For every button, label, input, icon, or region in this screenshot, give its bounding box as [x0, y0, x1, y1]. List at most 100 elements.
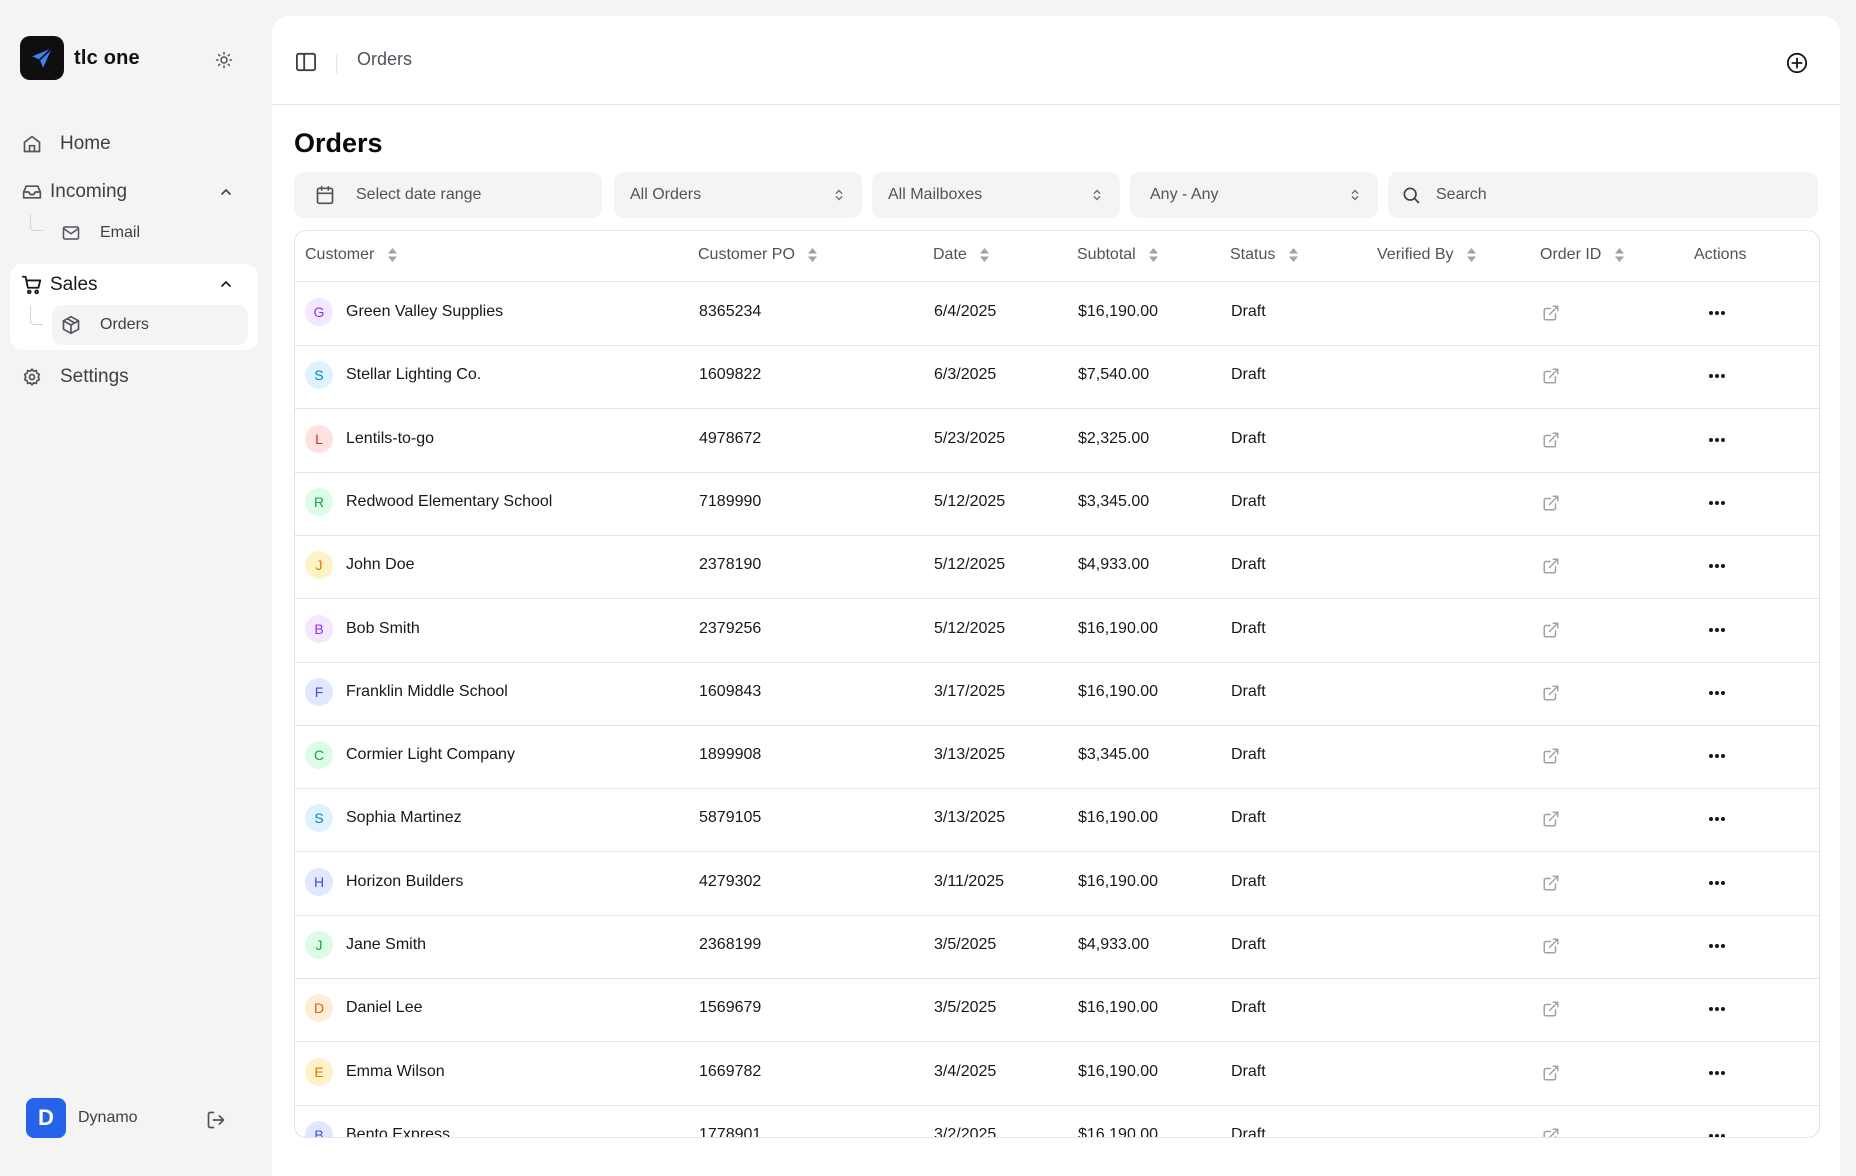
table-row[interactable]: S Stellar Lighting Co. 1609822 6/3/2025 $7,5… [295, 345, 1819, 410]
sort-icon[interactable] [807, 246, 819, 264]
more-horizontal-icon[interactable] [1705, 302, 1729, 324]
table-row[interactable]: D Daniel Lee 1569679 3/5/2025 $16,190.00 Draf… [295, 978, 1819, 1043]
chevron-up-icon[interactable] [216, 274, 236, 294]
customer-cell[interactable]: J John Doe [305, 551, 415, 580]
more-horizontal-icon[interactable] [1705, 492, 1729, 514]
customer-cell[interactable]: F Franklin Middle School [305, 677, 508, 706]
sort-icon[interactable] [1613, 246, 1625, 264]
table-row[interactable]: G Green Valley Supplies 8365234 6/4/2025 $16… [295, 282, 1819, 346]
sidebar-item-home[interactable]: Home [20, 132, 111, 156]
external-link-icon[interactable] [1541, 430, 1561, 450]
customer-cell[interactable]: L Lentils-to-go [305, 424, 434, 453]
user-profile[interactable]: D Dynamo [26, 1098, 138, 1138]
chevron-up-down-icon [1090, 185, 1104, 205]
breadcrumb[interactable]: Orders [357, 49, 412, 70]
more-horizontal-icon[interactable] [1705, 935, 1729, 957]
external-link-icon[interactable] [1541, 809, 1561, 829]
more-horizontal-icon[interactable] [1705, 365, 1729, 387]
column-header[interactable]: Date [933, 246, 991, 264]
mailboxes-select[interactable]: All Mailboxes [872, 172, 1120, 218]
column-header[interactable]: Verified By [1377, 246, 1477, 264]
order-status: Draft [1231, 936, 1266, 953]
customer-name: Daniel Lee [346, 999, 423, 1017]
sun-icon[interactable] [212, 48, 236, 72]
sort-icon[interactable] [1287, 246, 1299, 264]
customer-cell[interactable]: D Daniel Lee [305, 994, 423, 1023]
brand[interactable]: tlc one [20, 36, 140, 80]
order-date: 3/5/2025 [934, 936, 997, 953]
customer-cell[interactable]: C Cormier Light Company [305, 741, 515, 770]
more-horizontal-icon[interactable] [1705, 745, 1729, 767]
table-row[interactable]: J John Doe 2378190 5/12/2025 $4,933.00 Draft [295, 535, 1819, 600]
external-link-icon[interactable] [1541, 1126, 1561, 1137]
sort-icon[interactable] [386, 246, 398, 264]
table-row[interactable]: R Redwood Elementary School 7189990 5/12/20… [295, 472, 1819, 536]
customer-cell[interactable]: S Sophia Martinez [305, 804, 462, 833]
external-link-icon[interactable] [1541, 493, 1561, 513]
table-row[interactable]: S Sophia Martinez 5879105 3/13/2025 $16,190.… [295, 788, 1819, 853]
more-horizontal-icon[interactable] [1705, 555, 1729, 577]
table-row[interactable]: H Horizon Builders 4279302 3/11/2025 $16,190… [295, 852, 1819, 916]
sidebar-item-sales[interactable]: Sales [20, 273, 98, 297]
customer-cell[interactable]: G Green Valley Supplies [305, 298, 503, 326]
sort-icon[interactable] [1148, 246, 1160, 264]
chevron-up-icon[interactable] [216, 182, 236, 202]
sort-icon[interactable] [1465, 246, 1477, 264]
customer-cell[interactable]: S Stellar Lighting Co. [305, 361, 481, 390]
customer-cell[interactable]: B Bob Smith [305, 614, 420, 643]
more-horizontal-icon[interactable] [1705, 808, 1729, 830]
external-link-icon[interactable] [1541, 936, 1561, 956]
plus-circle-icon[interactable] [1784, 50, 1810, 76]
more-horizontal-icon[interactable] [1705, 429, 1729, 451]
search-input[interactable] [1434, 185, 1738, 205]
column-header-label: Order ID [1540, 246, 1602, 263]
external-link-icon[interactable] [1541, 683, 1561, 703]
customer-name: Bob Smith [346, 619, 420, 637]
orders-select[interactable]: All Orders [614, 172, 862, 218]
more-horizontal-icon[interactable] [1705, 872, 1729, 894]
more-horizontal-icon[interactable] [1705, 1125, 1729, 1137]
sidebar-item-label: Orders [100, 316, 149, 333]
sidebar-item-settings[interactable]: Settings [20, 365, 129, 389]
customer-cell[interactable]: H Horizon Builders [305, 867, 463, 896]
table-row[interactable]: F Franklin Middle School 1609843 3/17/2025 $… [295, 662, 1819, 726]
column-header[interactable]: Subtotal [1077, 246, 1160, 264]
table-row[interactable]: E Emma Wilson 1669782 3/4/2025 $16,190.00 Dra… [295, 1042, 1819, 1106]
customer-cell[interactable]: B Bento Express [305, 1120, 450, 1137]
range-select[interactable]: Any - Any [1130, 172, 1378, 218]
customer-cell[interactable]: E Emma Wilson [305, 1057, 445, 1086]
table-row[interactable]: C Cormier Light Company 1899908 3/13/2025 $3… [295, 725, 1819, 790]
sidebar-item-incoming[interactable]: Incoming [20, 180, 127, 204]
column-header[interactable]: Customer PO [698, 246, 819, 264]
column-header[interactable]: Order ID [1540, 246, 1625, 264]
logout-icon[interactable] [204, 1108, 228, 1132]
external-link-icon[interactable] [1541, 620, 1561, 640]
external-link-icon[interactable] [1541, 999, 1561, 1019]
customer-po: 1899908 [699, 746, 762, 764]
cart-icon [20, 273, 44, 297]
external-link-icon[interactable] [1541, 366, 1561, 386]
customer-cell[interactable]: J Jane Smith [305, 931, 426, 959]
external-link-icon[interactable] [1541, 1063, 1561, 1083]
table-row[interactable]: B Bento Express 1778901 3/2/2025 $16,190.00 D… [295, 1105, 1819, 1137]
table-row[interactable]: L Lentils-to-go 4978672 5/23/2025 $2,325.00 D… [295, 409, 1819, 473]
table-row[interactable]: B Bob Smith 2379256 5/12/2025 $16,190.00 Draf… [295, 599, 1819, 663]
external-link-icon[interactable] [1541, 303, 1561, 323]
external-link-icon[interactable] [1541, 873, 1561, 893]
external-link-icon[interactable] [1541, 746, 1561, 766]
sidebar-toggle-icon[interactable] [294, 50, 318, 74]
date-range-picker[interactable]: Select date range [294, 172, 602, 218]
more-horizontal-icon[interactable] [1705, 1062, 1729, 1084]
external-link-icon[interactable] [1541, 556, 1561, 576]
more-horizontal-icon[interactable] [1705, 619, 1729, 641]
search-box[interactable] [1388, 172, 1818, 218]
sort-icon[interactable] [979, 246, 991, 264]
more-horizontal-icon[interactable] [1705, 682, 1729, 704]
column-header[interactable]: Customer [305, 246, 398, 264]
customer-cell[interactable]: R Redwood Elementary School [305, 487, 552, 516]
sidebar-item-orders[interactable]: Orders [60, 314, 149, 336]
sidebar-item-email[interactable]: Email [60, 222, 140, 244]
more-horizontal-icon[interactable] [1705, 998, 1729, 1020]
column-header[interactable]: Status [1230, 246, 1299, 264]
table-row[interactable]: J Jane Smith 2368199 3/5/2025 $4,933.00 Draft [295, 915, 1819, 979]
